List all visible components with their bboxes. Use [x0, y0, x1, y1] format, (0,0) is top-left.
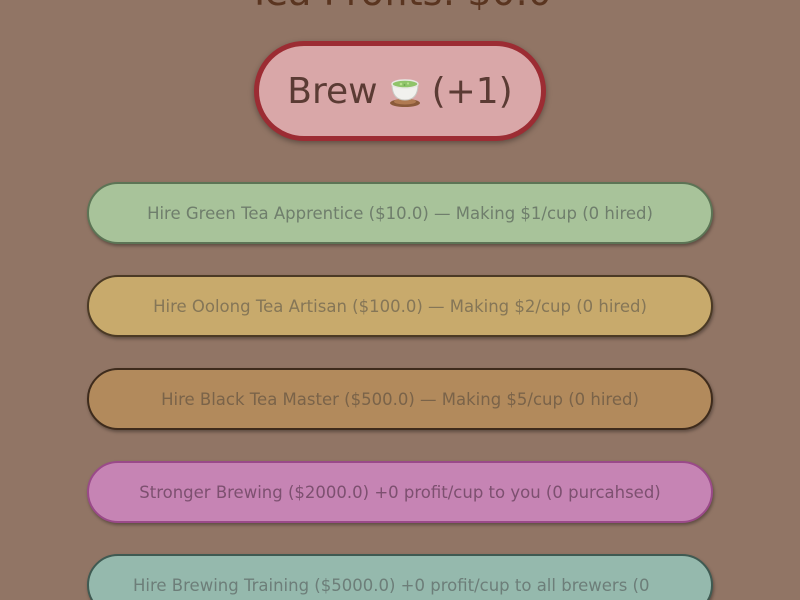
hire-oolong-tea-artisan-button[interactable]: Hire Oolong Tea Artisan ($100.0) — Makin…: [87, 275, 713, 337]
shop-item-label: Stronger Brewing ($2000.0) +0 profit/cup…: [139, 482, 661, 502]
shop-item-label: Hire Brewing Training ($5000.0) +0 profi…: [133, 575, 650, 595]
brew-increment: (+1): [431, 70, 513, 112]
brew-button[interactable]: Brew (+1): [254, 41, 546, 141]
hire-green-tea-apprentice-button[interactable]: Hire Green Tea Apprentice ($10.0) — Maki…: [87, 182, 713, 244]
stronger-brewing-button[interactable]: Stronger Brewing ($2000.0) +0 profit/cup…: [87, 461, 713, 523]
hire-black-tea-master-button[interactable]: Hire Black Tea Master ($500.0) — Making …: [87, 368, 713, 430]
hire-brewing-training-button[interactable]: Hire Brewing Training ($5000.0) +0 profi…: [87, 554, 713, 600]
shop-item-label: Hire Green Tea Apprentice ($10.0) — Maki…: [147, 203, 653, 223]
profits-display: Tea Profits: $0.0: [0, 0, 800, 10]
brew-label: Brew: [287, 70, 378, 112]
green-tea-cup-icon: [388, 74, 422, 108]
shop-item-label: Hire Oolong Tea Artisan ($100.0) — Makin…: [153, 296, 647, 316]
shop-item-label: Hire Black Tea Master ($500.0) — Making …: [161, 389, 639, 409]
game-screen: Tea Profits: $0.0 Brew (+1) Hire Green T…: [0, 0, 800, 600]
